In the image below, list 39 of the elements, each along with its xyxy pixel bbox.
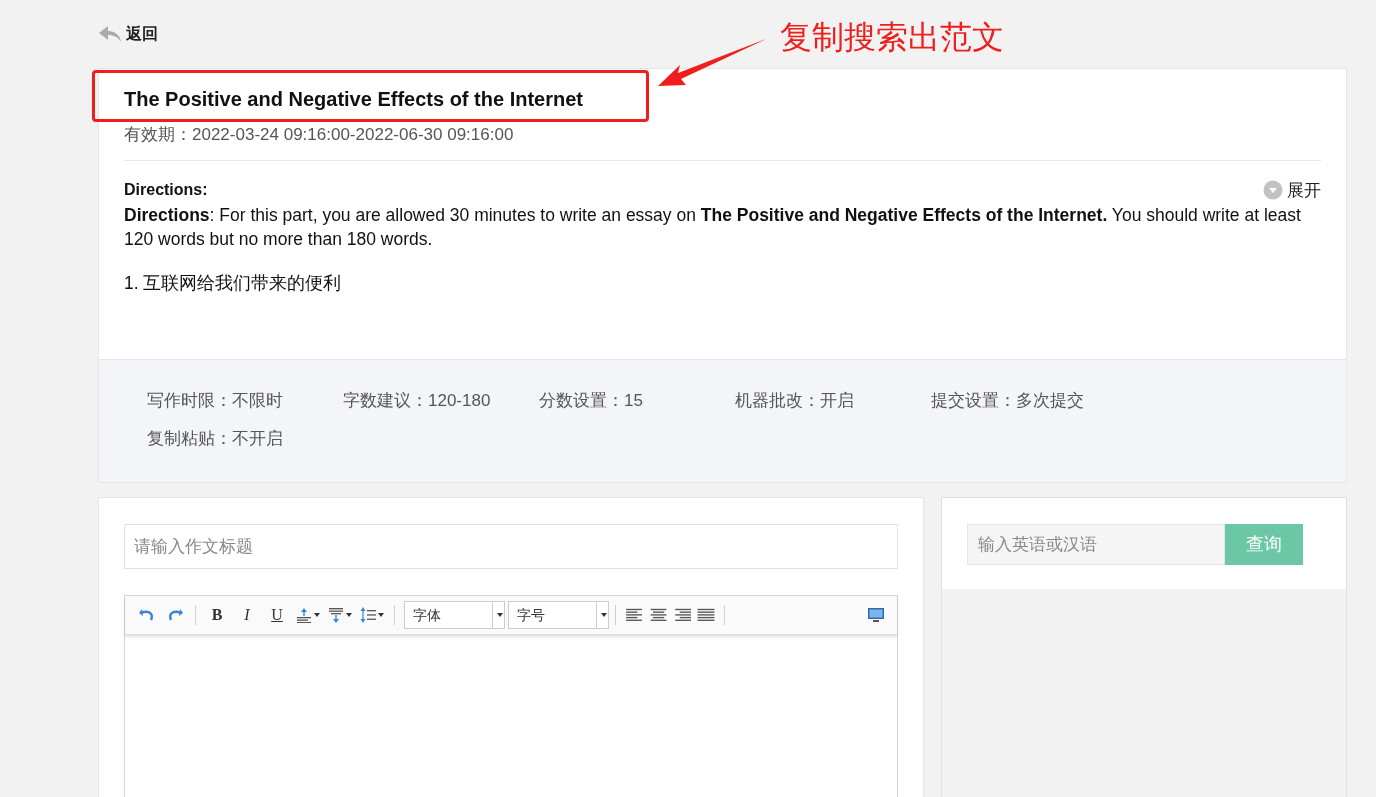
caret-icon[interactable]	[600, 613, 607, 617]
rich-text-editor[interactable]: B I U 字体 字号	[124, 595, 898, 797]
font-select[interactable]: 字体	[404, 601, 505, 629]
dictionary-search-field[interactable]: 输入英语或汉语	[967, 524, 1225, 565]
vertical-align-icon[interactable]	[328, 607, 344, 623]
caret-icon[interactable]	[378, 613, 384, 617]
expand-toggle[interactable]: 展开	[1263, 177, 1321, 203]
setting-item: 机器批改：开启	[735, 390, 855, 412]
align-right-icon[interactable]	[673, 608, 691, 622]
align-center-icon[interactable]	[649, 608, 667, 622]
caret-icon[interactable]	[496, 613, 503, 617]
caret-icon[interactable]	[314, 613, 320, 617]
italic-button[interactable]: I	[232, 603, 262, 627]
underline-button[interactable]: U	[262, 603, 292, 627]
setting-item: 复制粘贴：不开启	[147, 428, 284, 450]
caret-icon[interactable]	[346, 613, 352, 617]
reply-arrow-icon	[98, 25, 122, 43]
assignment-title: The Positive and Negative Effects of the Internet	[124, 87, 584, 112]
setting-item: 字数建议：120-180	[343, 390, 492, 412]
setting-item: 提交设置：多次提交	[931, 390, 1085, 412]
align-left-icon[interactable]	[625, 608, 643, 622]
line-height-icon[interactable]	[360, 607, 376, 623]
align-justify-icon[interactable]	[697, 608, 715, 622]
back-link[interactable]: 返回	[98, 22, 158, 46]
font-select[interactable]: 字号	[508, 601, 609, 629]
directions-heading: Directions:	[124, 179, 208, 200]
annotation-text: 复制搜索出范文	[780, 18, 1004, 57]
setting-item: 分数设置：15	[539, 390, 644, 412]
setting-item: 写作时限：不限时	[147, 390, 284, 412]
monitor-icon[interactable]	[867, 607, 885, 623]
directions-paragraph: 1. 互联网给我们带来的便利	[124, 272, 343, 295]
chevron-circle-icon	[1263, 180, 1283, 201]
redo-icon[interactable]	[166, 607, 184, 623]
font-color-icon[interactable]	[296, 607, 312, 623]
directions-paragraph: Directions: For this part, you are allowed 30 minutes to write an essay on The Positive and Negative Effects of the Internet. You should write at least 120 words but no more than 180 words.	[124, 204, 1302, 251]
bold-button[interactable]: B	[202, 603, 232, 627]
validity-period: 有效期：2022-03-24 09:16:00-2022-06-30 09:16:00	[124, 124, 515, 146]
title-input-field[interactable]: 请输入作文标题	[124, 524, 898, 569]
undo-icon[interactable]	[138, 607, 156, 623]
